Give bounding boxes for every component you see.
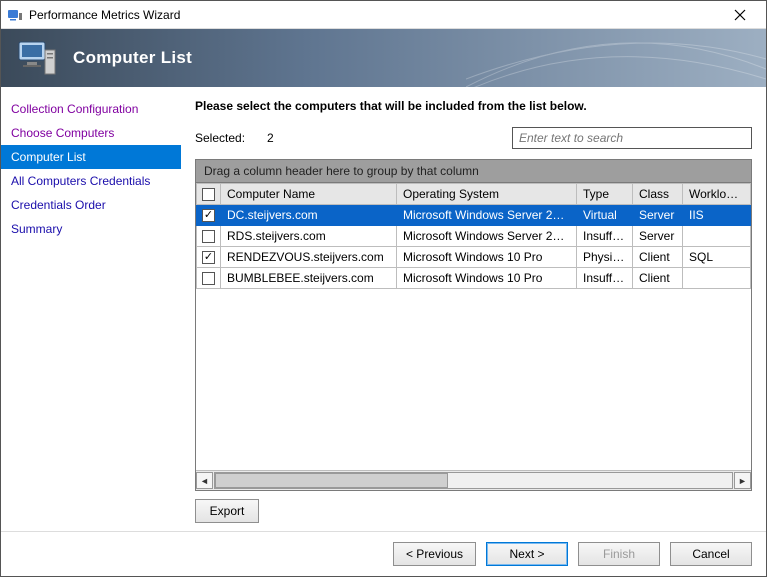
selected-label: Selected: [195, 131, 245, 145]
window-title: Performance Metrics Wizard [29, 8, 720, 22]
export-button[interactable]: Export [195, 499, 259, 523]
wizard-footer: < Previous Next > Finish Cancel [1, 531, 766, 576]
computers-grid: Drag a column header here to group by th… [195, 159, 752, 491]
previous-button[interactable]: < Previous [393, 542, 476, 566]
cancel-button[interactable]: Cancel [670, 542, 752, 566]
wizard-steps-sidebar: Collection Configuration Choose Computer… [1, 87, 181, 531]
horizontal-scrollbar[interactable]: ◄ ► [196, 470, 751, 490]
selection-row: Selected: 2 [195, 127, 752, 149]
step-summary[interactable]: Summary [1, 217, 181, 241]
banner: Computer List [1, 29, 766, 87]
step-all-computers-credentials[interactable]: All Computers Credentials [1, 169, 181, 193]
scroll-thumb[interactable] [215, 473, 448, 488]
scroll-track[interactable] [214, 472, 733, 489]
export-row: Export [195, 499, 752, 523]
col-computer-name[interactable]: Computer Name [221, 184, 397, 205]
table-row[interactable]: RENDEZVOUS.steijvers.com Microsoft Windo… [197, 247, 751, 268]
table-row[interactable]: BUMBLEBEE.steijvers.com Microsoft Window… [197, 268, 751, 289]
search-input[interactable] [512, 127, 752, 149]
col-class[interactable]: Class [633, 184, 683, 205]
row-checkbox[interactable] [202, 251, 215, 264]
scroll-left-icon[interactable]: ◄ [196, 472, 213, 489]
scroll-right-icon[interactable]: ► [734, 472, 751, 489]
instruction-text: Please select the computers that will be… [195, 99, 752, 113]
row-checkbox[interactable] [202, 230, 215, 243]
row-checkbox[interactable] [202, 209, 215, 222]
header-row: Computer Name Operating System Type Clas… [197, 184, 751, 205]
col-type[interactable]: Type [577, 184, 633, 205]
next-button[interactable]: Next > [486, 542, 568, 566]
page-title: Computer List [73, 48, 192, 68]
col-workloads[interactable]: Workloads (IIS, SQL) [683, 184, 751, 205]
grid-body[interactable]: Computer Name Operating System Type Clas… [196, 183, 751, 470]
titlebar: Performance Metrics Wizard [1, 1, 766, 29]
body: Collection Configuration Choose Computer… [1, 87, 766, 531]
table-row[interactable]: DC.steijvers.com Microsoft Windows Serve… [197, 205, 751, 226]
main-panel: Please select the computers that will be… [181, 87, 766, 531]
step-credentials-order[interactable]: Credentials Order [1, 193, 181, 217]
app-icon [7, 7, 23, 23]
header-checkbox[interactable] [197, 184, 221, 205]
wizard-window: Performance Metrics Wizard Computer List… [0, 0, 767, 577]
table-row[interactable]: RDS.steijvers.com Microsoft Windows Serv… [197, 226, 751, 247]
col-operating-system[interactable]: Operating System [397, 184, 577, 205]
step-collection-configuration[interactable]: Collection Configuration [1, 97, 181, 121]
banner-pattern [466, 29, 766, 87]
close-button[interactable] [720, 1, 760, 29]
row-checkbox[interactable] [202, 272, 215, 285]
step-choose-computers[interactable]: Choose Computers [1, 121, 181, 145]
step-computer-list[interactable]: Computer List [1, 145, 181, 169]
finish-button: Finish [578, 542, 660, 566]
selected-count: 2 [267, 131, 274, 145]
group-by-bar[interactable]: Drag a column header here to group by th… [196, 160, 751, 183]
computer-icon [15, 36, 59, 80]
